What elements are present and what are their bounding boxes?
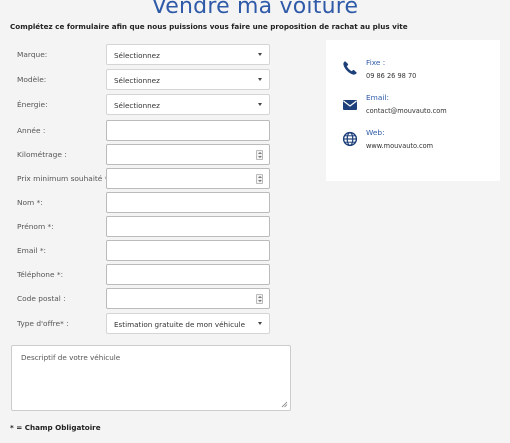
email-input[interactable] xyxy=(106,240,270,261)
prenom-input[interactable] xyxy=(106,216,270,237)
nom-label: Nom *: xyxy=(17,198,43,207)
phone-value[interactable]: 09 86 26 98 70 xyxy=(366,72,416,80)
chevron-down-icon xyxy=(258,78,262,81)
telephone-input[interactable] xyxy=(106,264,270,285)
prix-label: Prix minimum souhaité *: xyxy=(17,174,111,183)
marque-label: Marque: xyxy=(17,50,48,59)
email-row: Email *: xyxy=(17,240,277,262)
prix-input[interactable] xyxy=(106,168,270,189)
nom-input[interactable] xyxy=(106,192,270,213)
web-value[interactable]: www.mouvauto.com xyxy=(366,142,433,150)
prenom-row: Prénom *: xyxy=(17,216,277,238)
globe-icon xyxy=(342,131,358,147)
marque-select-value: Sélectionnez xyxy=(114,51,160,60)
chevron-down-icon xyxy=(258,103,262,106)
code-postal-input[interactable] xyxy=(106,288,270,309)
type-offre-select-value: Estimation gratuite de mon véhicule xyxy=(114,320,246,329)
type-offre-row: Type d'offre* : Estimation gratuite de m… xyxy=(17,313,277,335)
energie-select[interactable]: Sélectionnez xyxy=(106,94,270,115)
energie-row: Énergie: Sélectionnez xyxy=(17,94,277,116)
modele-row: Modèle: Sélectionnez xyxy=(17,69,277,91)
page-subtitle: Complétez ce formulaire afin que nous pu… xyxy=(10,22,408,31)
kilometrage-row: Kilométrage : xyxy=(17,144,277,166)
required-note: * = Champ Obligatoire xyxy=(10,423,101,432)
annee-row: Année : xyxy=(17,120,277,142)
chevron-down-icon xyxy=(258,53,262,56)
type-offre-label: Type d'offre* : xyxy=(17,319,69,328)
number-spinner-icon[interactable] xyxy=(256,174,263,184)
prenom-label: Prénom *: xyxy=(17,222,54,231)
chevron-down-icon xyxy=(258,322,262,325)
phone-icon xyxy=(343,61,357,75)
annee-input[interactable] xyxy=(106,120,270,141)
type-offre-select[interactable]: Estimation gratuite de mon véhicule xyxy=(106,313,270,334)
email-contact-value[interactable]: contact@mouvauto.com xyxy=(366,107,447,115)
envelope-icon xyxy=(343,100,357,110)
kilometrage-label: Kilométrage : xyxy=(17,150,67,159)
description-textarea[interactable]: Descriptif de votre véhicule xyxy=(11,345,291,411)
kilometrage-input[interactable] xyxy=(106,144,270,165)
telephone-label: Téléphone *: xyxy=(17,270,64,279)
code-postal-row: Code postal : xyxy=(17,288,277,310)
marque-row: Marque: Sélectionnez xyxy=(17,44,277,66)
resize-grip-icon[interactable] xyxy=(281,401,288,408)
code-postal-label: Code postal : xyxy=(17,294,66,303)
number-spinner-icon[interactable] xyxy=(256,294,263,304)
web-label: Web: xyxy=(366,128,385,137)
description-placeholder: Descriptif de votre véhicule xyxy=(21,353,121,362)
page-title: Vendre ma voiture xyxy=(151,0,359,19)
annee-label: Année : xyxy=(17,126,46,135)
phone-label: Fixe : xyxy=(366,58,386,67)
energie-label: Énergie: xyxy=(17,100,48,109)
energie-select-value: Sélectionnez xyxy=(114,101,160,110)
nom-row: Nom *: xyxy=(17,192,277,214)
prix-row: Prix minimum souhaité *: xyxy=(17,168,277,190)
marque-select[interactable]: Sélectionnez xyxy=(106,44,270,65)
email-contact-label: Email: xyxy=(366,93,389,102)
modele-select[interactable]: Sélectionnez xyxy=(106,69,270,90)
modele-label: Modèle: xyxy=(17,75,47,84)
contact-card: Fixe : 09 86 26 98 70 Email: contact@mou… xyxy=(326,40,500,181)
modele-select-value: Sélectionnez xyxy=(114,76,160,85)
email-label: Email *: xyxy=(17,246,47,255)
number-spinner-icon[interactable] xyxy=(256,150,263,160)
telephone-row: Téléphone *: xyxy=(17,264,277,286)
